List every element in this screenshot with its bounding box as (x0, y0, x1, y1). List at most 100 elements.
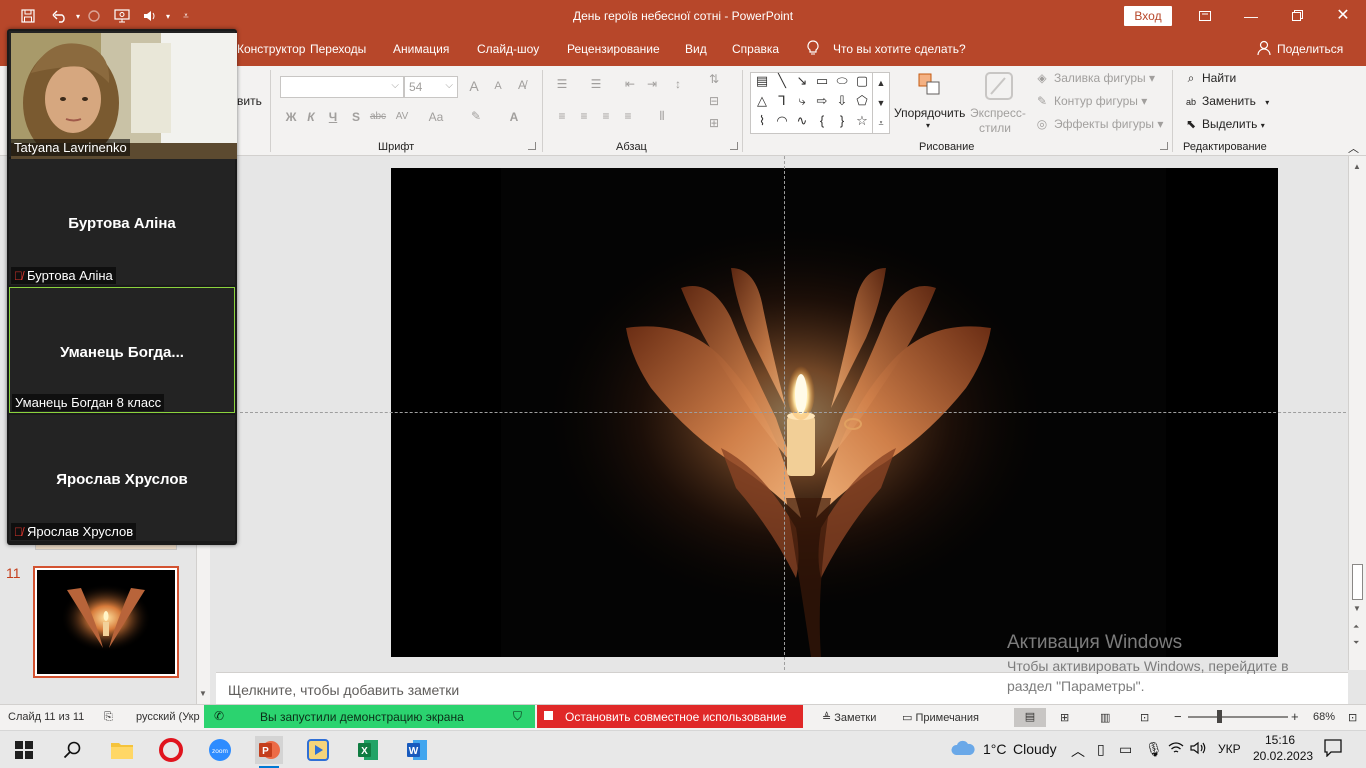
share-user-icon[interactable] (1257, 40, 1271, 59)
underline-button[interactable]: Ч (323, 110, 343, 124)
zoom-level[interactable]: 68% (1313, 711, 1335, 723)
spellcheck-icon[interactable]: ⎘ (104, 711, 113, 724)
minimize-icon[interactable]: — (1228, 0, 1274, 32)
windows-start-icon[interactable] (10, 736, 38, 764)
highlight-icon[interactable]: ✎ (466, 109, 486, 123)
search-icon[interactable] (58, 736, 86, 764)
freeform-shape-icon[interactable]: ⌇ (752, 113, 772, 129)
tab-review[interactable]: Рецензирование (567, 42, 660, 56)
down-arrow-shape-icon[interactable]: ⇩ (832, 93, 852, 109)
fit-slide-icon[interactable]: ⊡ (1348, 711, 1357, 724)
clear-format-icon[interactable]: A̸ (512, 78, 532, 92)
notes-toggle-button[interactable]: ≜ Заметки (822, 711, 876, 724)
clipboard-partial-label[interactable]: вить (237, 94, 262, 108)
smartart-icon[interactable]: ⊞ (704, 116, 724, 130)
strikethrough-button[interactable]: abc (368, 111, 388, 122)
arc-shape-icon[interactable]: ◠ (772, 113, 792, 129)
arrange-icon[interactable] (917, 72, 943, 101)
cloud-icon[interactable] (951, 739, 975, 760)
shape-effects-button[interactable]: ◎ Эффекты фигуры ▾ (1034, 117, 1164, 131)
rounded-rect-shape-icon[interactable]: ▢ (852, 73, 872, 89)
reading-view-icon[interactable]: ▥ (1100, 711, 1110, 724)
elbow-connector-shape-icon[interactable]: ⅂ (772, 93, 792, 109)
comments-button[interactable]: ▭ Примечания (902, 711, 979, 724)
word-icon[interactable]: W (403, 736, 431, 764)
align-right-icon[interactable]: ≡ (596, 109, 616, 123)
font-shrink-icon[interactable]: A (488, 80, 508, 92)
find-button[interactable]: ⌕ Найти (1184, 71, 1237, 86)
triangle-shape-icon[interactable]: △ (752, 93, 772, 109)
align-text-icon[interactable]: ⊟ (704, 94, 724, 108)
volume-icon[interactable] (1190, 741, 1208, 758)
line-spacing-icon[interactable]: ↕ (668, 77, 688, 91)
font-grow-icon[interactable]: A (464, 78, 484, 94)
tab-animations[interactable]: Анимация (393, 42, 449, 56)
scrollbar-thumb[interactable] (1352, 564, 1363, 600)
italic-button[interactable]: К (301, 110, 321, 124)
quick-styles-label-2[interactable]: стили (979, 121, 1011, 135)
tab-view[interactable]: Вид (685, 42, 707, 56)
microphone-icon[interactable]: 🎙 (1145, 741, 1163, 758)
share-button[interactable]: Поделиться (1277, 42, 1343, 56)
rectangle-shape-icon[interactable]: ▭ (812, 73, 832, 89)
font-size-combo[interactable]: 54 ⌵ (404, 76, 458, 98)
bold-button[interactable]: Ж (281, 110, 301, 124)
scroll-down-icon[interactable]: ▼ (199, 689, 207, 698)
tab-help[interactable]: Справка (732, 42, 779, 56)
callout-shape-icon[interactable]: ⬠ (852, 93, 872, 109)
usb-icon[interactable]: ▯ (1097, 741, 1105, 758)
scroll-up-icon[interactable]: ▲ (1353, 162, 1361, 171)
tell-me-search[interactable]: Что вы хотите сделать? (833, 42, 966, 56)
chevron-up-icon[interactable]: ︿ (1071, 741, 1085, 761)
textbox-shape-icon[interactable]: ▤ (752, 73, 772, 89)
previous-slide-icon[interactable]: ⏶ (1353, 622, 1359, 632)
collapse-ribbon-icon[interactable]: ︿ (1348, 140, 1359, 156)
stop-share-button[interactable]: Остановить совместное использование (537, 705, 803, 728)
decrease-indent-icon[interactable]: ⇤ (620, 77, 640, 91)
curved-connector-shape-icon[interactable]: ⤷ (792, 93, 812, 109)
gallery-down-icon[interactable]: ▼ (872, 93, 889, 113)
lightbulb-icon[interactable] (806, 40, 820, 59)
change-case-button[interactable]: Aa (426, 110, 446, 124)
restore-icon[interactable] (1274, 0, 1320, 32)
font-color-button[interactable]: A (504, 110, 524, 124)
gallery-more-icon[interactable]: ⩡ (872, 113, 889, 133)
replace-button[interactable]: ab Заменить ▾ (1184, 94, 1269, 108)
right-arrow-shape-icon[interactable]: ⇨ (812, 93, 832, 109)
zoom-video-panel[interactable]: Tatyana Lavrinenko Буртова Аліна 🎙̸ Бурто… (7, 29, 237, 545)
participant-tile-video[interactable]: Tatyana Lavrinenko (9, 31, 237, 159)
zoom-slider[interactable] (1188, 716, 1288, 718)
columns-icon[interactable]: ⫴ (652, 109, 672, 124)
scroll-down-icon[interactable]: ▼ (1353, 604, 1361, 613)
bullets-icon[interactable]: ☰ (552, 77, 572, 91)
wifi-icon[interactable] (1168, 741, 1184, 758)
quick-styles-icon[interactable] (983, 70, 1015, 105)
canvas-scrollbar[interactable]: ▲ ▼ ⏶ ⏷ (1348, 156, 1366, 670)
paragraph-dialog-launcher-icon[interactable] (730, 142, 738, 150)
numbering-icon[interactable]: ☰ (586, 77, 606, 91)
language-indicator[interactable]: русский (Укр (136, 711, 200, 723)
increase-indent-icon[interactable]: ⇥ (642, 77, 662, 91)
font-dialog-launcher-icon[interactable] (528, 142, 536, 150)
curve-shape-icon[interactable]: ∿ (792, 113, 812, 129)
ribbon-display-icon[interactable] (1182, 0, 1228, 32)
align-center-icon[interactable]: ≡ (574, 109, 594, 123)
char-spacing-button[interactable]: AV (392, 111, 412, 122)
input-language[interactable]: УКР (1218, 742, 1241, 756)
participant-tile[interactable]: Ярослав Хруслов 🎙̸ Ярослав Хруслов (9, 415, 235, 541)
zoom-out-button[interactable]: − (1174, 709, 1182, 724)
participant-tile[interactable]: Буртова Аліна 🎙̸ Буртова Аліна (9, 159, 235, 285)
tab-transitions[interactable]: Переходы (310, 42, 366, 56)
close-icon[interactable]: ✕ (1320, 0, 1366, 32)
text-direction-icon[interactable]: ⇅ (704, 72, 724, 86)
zoom-in-button[interactable]: + (1291, 709, 1299, 724)
battery-icon[interactable]: ▭ (1119, 741, 1132, 758)
zoom-slider-knob[interactable] (1217, 710, 1222, 723)
line-shape-icon[interactable]: ╲ (772, 73, 792, 89)
excel-icon[interactable]: X (354, 736, 382, 764)
gallery-up-icon[interactable]: ▲ (872, 73, 889, 93)
right-brace-shape-icon[interactable]: } (832, 113, 852, 128)
sign-in-button[interactable]: Вход (1124, 6, 1172, 26)
powerpoint-taskbar-icon[interactable]: P (255, 736, 283, 764)
tab-design[interactable]: Конструктор (237, 42, 305, 56)
